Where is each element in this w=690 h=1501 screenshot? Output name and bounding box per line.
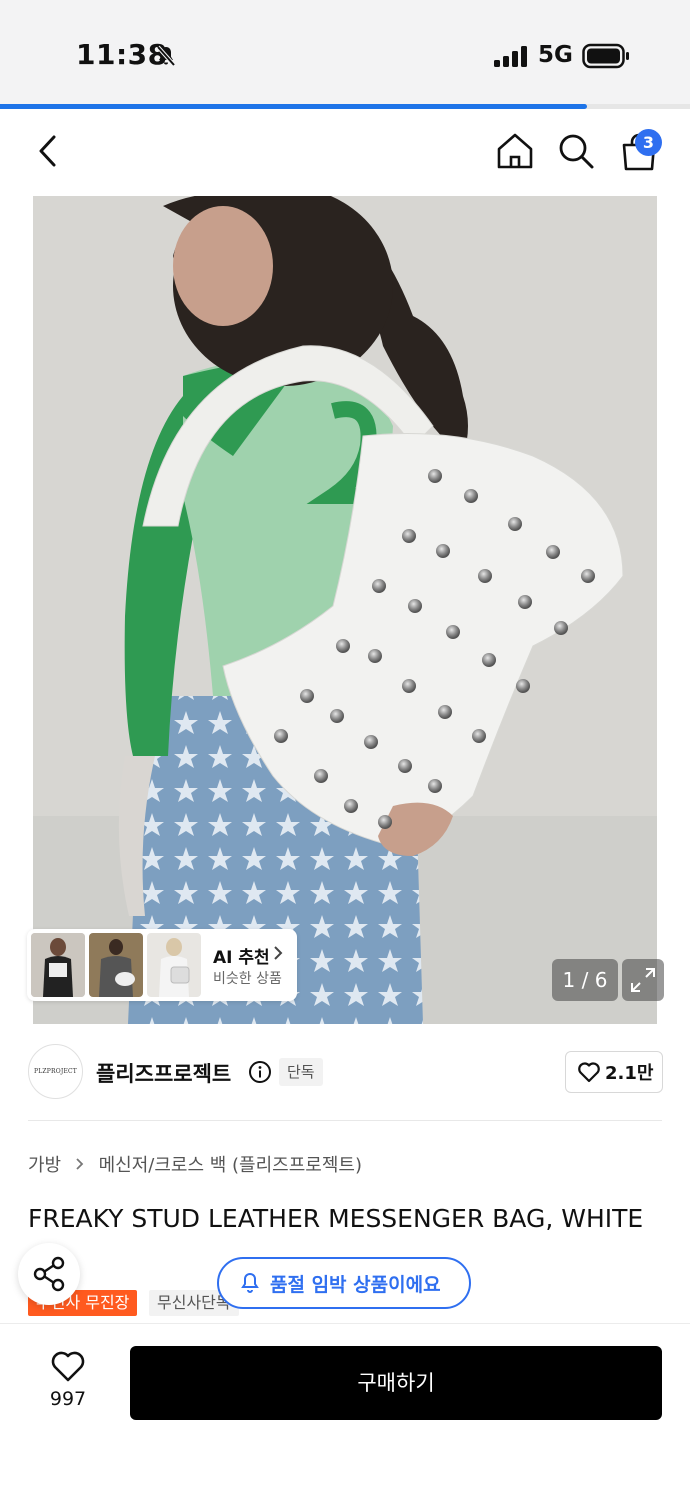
home-icon[interactable] bbox=[495, 131, 535, 171]
silent-bell-icon bbox=[156, 45, 176, 67]
wishlist-heart-icon[interactable] bbox=[50, 1349, 86, 1383]
ai-recommend-title[interactable]: AI 추천 bbox=[213, 943, 270, 968]
ai-thumb-2[interactable] bbox=[89, 933, 143, 997]
breadcrumb: 가방 메신저/크로스 백 (플리즈프로젝트) bbox=[28, 1151, 362, 1177]
bell-icon bbox=[241, 1272, 259, 1293]
buy-button[interactable]: 구매하기 bbox=[130, 1346, 662, 1420]
divider bbox=[28, 1120, 662, 1121]
wishlist-count: 997 bbox=[49, 1388, 87, 1410]
soldout-soon-text[interactable]: 품절 임박 상품이에요 bbox=[270, 1270, 441, 1297]
load-progress-bar bbox=[0, 104, 587, 109]
breadcrumb-subcategory[interactable]: 메신저/크로스 백 (플리즈프로젝트) bbox=[99, 1155, 362, 1176]
signal-icon bbox=[494, 46, 527, 67]
brand-name[interactable]: 플리즈프로젝트 bbox=[96, 1058, 231, 1088]
share-icon bbox=[33, 1256, 65, 1292]
share-button[interactable] bbox=[18, 1243, 80, 1305]
ai-thumb-3[interactable] bbox=[147, 933, 201, 997]
expand-icon bbox=[631, 968, 655, 992]
breadcrumb-chevron-icon bbox=[76, 1158, 84, 1170]
breadcrumb-category[interactable]: 가방 bbox=[28, 1155, 61, 1176]
product-title: FREAKY STUD LEATHER MESSENGER BAG, WHITE bbox=[28, 1204, 644, 1233]
expand-image-button[interactable] bbox=[622, 959, 664, 1001]
brand-like-count: 2.1만 bbox=[605, 1063, 654, 1084]
search-icon[interactable] bbox=[556, 131, 596, 171]
heart-icon bbox=[578, 1062, 600, 1083]
info-icon[interactable] bbox=[248, 1060, 272, 1084]
cart-count-badge: 3 bbox=[635, 129, 662, 156]
chevron-right-icon bbox=[274, 946, 283, 960]
back-arrow-icon[interactable] bbox=[36, 134, 62, 168]
brand-logo[interactable]: PLZPROJECT bbox=[28, 1044, 83, 1099]
network-label: 5G bbox=[538, 42, 573, 68]
ai-thumb-1[interactable] bbox=[31, 933, 85, 997]
ai-recommend-subtitle: 비슷한 상품 bbox=[213, 971, 282, 987]
product-image[interactable] bbox=[33, 196, 657, 1024]
exclusive-badge: 단독 bbox=[279, 1058, 323, 1086]
product-illustration bbox=[33, 196, 657, 1024]
image-counter: 1 / 6 bbox=[552, 959, 618, 1001]
battery-icon bbox=[582, 43, 629, 69]
